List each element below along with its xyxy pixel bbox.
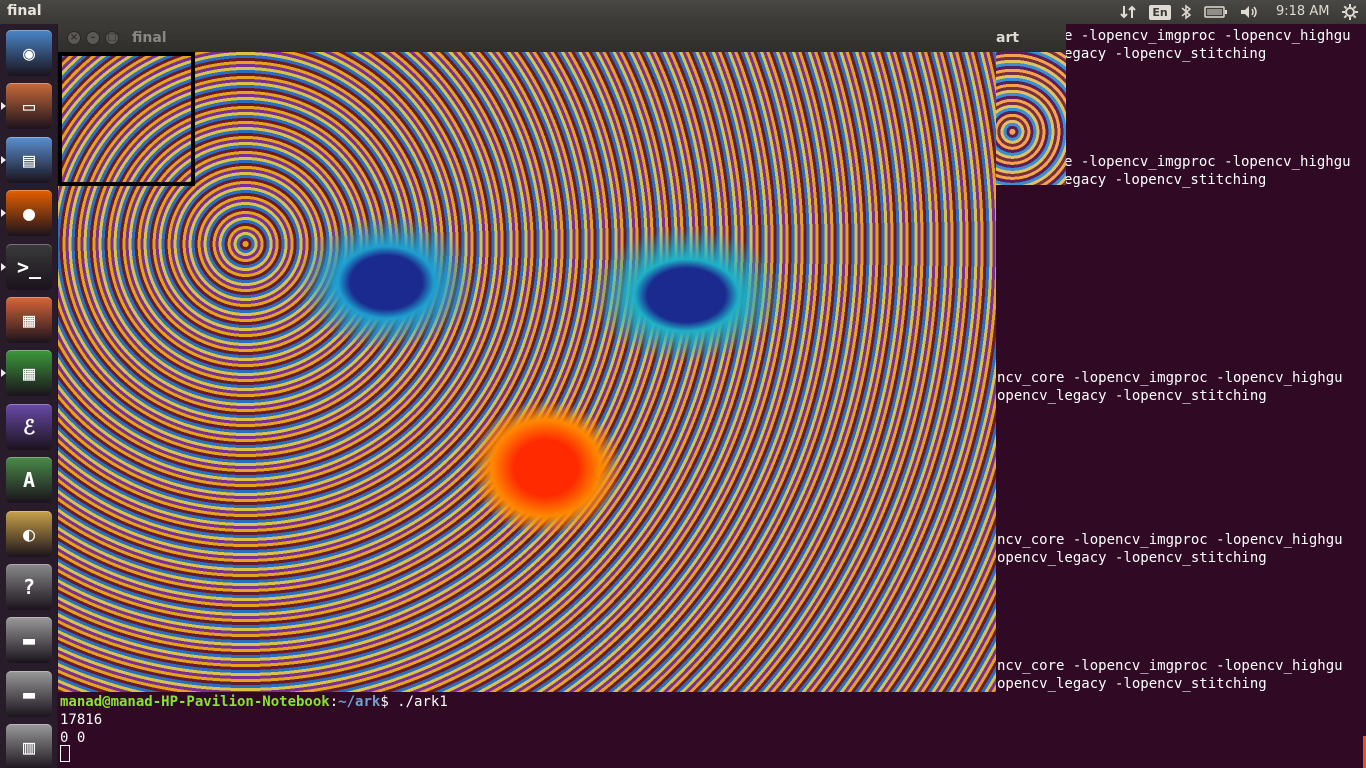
volume-icon[interactable] bbox=[1238, 0, 1260, 24]
bluetooth-icon[interactable] bbox=[1178, 0, 1194, 24]
maximize-button[interactable]: □ bbox=[105, 31, 119, 45]
terminal-output-line: e -lopencv_imgproc -lopencv_highgu bbox=[1064, 154, 1351, 170]
launcher-item[interactable]: ? bbox=[6, 564, 52, 610]
battery-icon[interactable] bbox=[1203, 0, 1229, 24]
drive-icon: ▬ bbox=[22, 681, 36, 706]
terminal-prompt-line: manad@manad-HP-Pavilion-Notebook:~/ark$ … bbox=[60, 693, 448, 711]
maximize-icon: □ bbox=[107, 32, 117, 43]
final-image bbox=[58, 52, 996, 692]
selection-rectangle bbox=[58, 52, 195, 186]
launcher-item[interactable]: ◐ bbox=[6, 510, 52, 557]
running-indicator bbox=[1, 102, 6, 111]
files-icon: ▭ bbox=[22, 94, 36, 119]
image-viewer-icon: ◐ bbox=[22, 521, 36, 546]
running-indicator bbox=[1, 155, 6, 164]
prompt-path: ~/ark bbox=[338, 694, 381, 710]
clock[interactable]: 9:18 AM bbox=[1276, 4, 1329, 19]
launcher-item[interactable]: ▬ bbox=[6, 617, 52, 664]
running-indicator bbox=[1, 209, 6, 218]
drive-icon: ▬ bbox=[22, 628, 36, 653]
calc-icon: ▦ bbox=[22, 361, 36, 386]
launcher-item[interactable]: >_ bbox=[6, 243, 52, 290]
app-title: final bbox=[7, 3, 42, 19]
launcher-item[interactable]: ▥ bbox=[6, 724, 52, 768]
help-icon: ? bbox=[22, 575, 36, 599]
terminal-output-line: opencv_legacy -lopencv_stitching bbox=[997, 550, 1267, 566]
terminal-output-line: ncv_core -lopencv_imgproc -lopencv_highg… bbox=[997, 370, 1343, 386]
keyboard-layout-indicator[interactable]: En bbox=[1149, 0, 1171, 24]
launcher-item[interactable]: ▦ bbox=[6, 297, 52, 343]
firefox-icon: ● bbox=[22, 201, 36, 226]
launcher: ◉ ▭ ▤ ● >_ ▦ ▦ ℰ A ◐? ▬ ▬ ▥ bbox=[0, 24, 58, 768]
prompt-separator: : bbox=[329, 694, 339, 710]
launcher-item[interactable]: ● bbox=[6, 190, 52, 237]
terminal-output-line: opencv_legacy -lopencv_stitching bbox=[997, 676, 1267, 692]
terminal-icon: >_ bbox=[16, 254, 42, 279]
terminal-output-line: egacy -lopencv_stitching bbox=[1064, 172, 1267, 188]
network-arrows-icon[interactable] bbox=[1118, 0, 1138, 24]
terminal-cursor bbox=[60, 745, 70, 762]
terminal-output-line: e -lopencv_imgproc -lopencv_highgu bbox=[1064, 28, 1351, 44]
prompt-command: $ ./ark1 bbox=[380, 694, 448, 710]
trash-icon: ▥ bbox=[22, 735, 36, 760]
terminal-output-line: ncv_core -lopencv_imgproc -lopencv_highg… bbox=[997, 532, 1343, 548]
emacs-icon: ℰ bbox=[22, 414, 36, 439]
launcher-item[interactable]: ℰ bbox=[6, 403, 52, 450]
final-titlebar[interactable]: × – □ final bbox=[58, 24, 996, 52]
running-indicator bbox=[1, 262, 6, 271]
minimize-icon: – bbox=[90, 32, 96, 43]
close-button[interactable]: × bbox=[67, 31, 81, 45]
keyboard-layout-label: En bbox=[1149, 4, 1171, 20]
close-icon: × bbox=[69, 32, 79, 43]
minimize-button[interactable]: – bbox=[86, 31, 100, 45]
ubuntu-dash-icon: ◉ bbox=[22, 41, 36, 65]
terminal-output-line: opencv_legacy -lopencv_stitching bbox=[997, 388, 1267, 404]
prompt-user: manad@manad-HP-Pavilion-Notebook bbox=[60, 694, 330, 710]
window-title: final bbox=[132, 30, 167, 46]
launcher-item[interactable]: ▬ bbox=[6, 670, 52, 717]
terminal-output-line: ncv_core -lopencv_imgproc -lopencv_highg… bbox=[997, 658, 1343, 674]
terminal-output-line: 17816 bbox=[60, 712, 103, 728]
running-indicator bbox=[1, 369, 6, 378]
launcher-item[interactable]: ▦ bbox=[6, 350, 52, 397]
launcher-item[interactable]: ▤ bbox=[6, 136, 52, 183]
top-panel: final En 9:18 AM bbox=[0, 0, 1366, 24]
software-updater-icon: A bbox=[22, 468, 36, 493]
launcher-item[interactable]: A bbox=[6, 457, 52, 504]
launcher-item[interactable]: ▭ bbox=[6, 83, 52, 130]
impress-icon: ▦ bbox=[22, 308, 36, 332]
document-viewer-icon: ▤ bbox=[22, 147, 36, 172]
settings-gear-icon[interactable] bbox=[1340, 0, 1360, 24]
terminal-cursor-line[interactable] bbox=[60, 745, 70, 763]
launcher-item[interactable]: ◉ bbox=[6, 30, 52, 76]
terminal-output-line: egacy -lopencv_stitching bbox=[1064, 46, 1267, 62]
final-window[interactable]: × – □ final bbox=[58, 24, 996, 692]
